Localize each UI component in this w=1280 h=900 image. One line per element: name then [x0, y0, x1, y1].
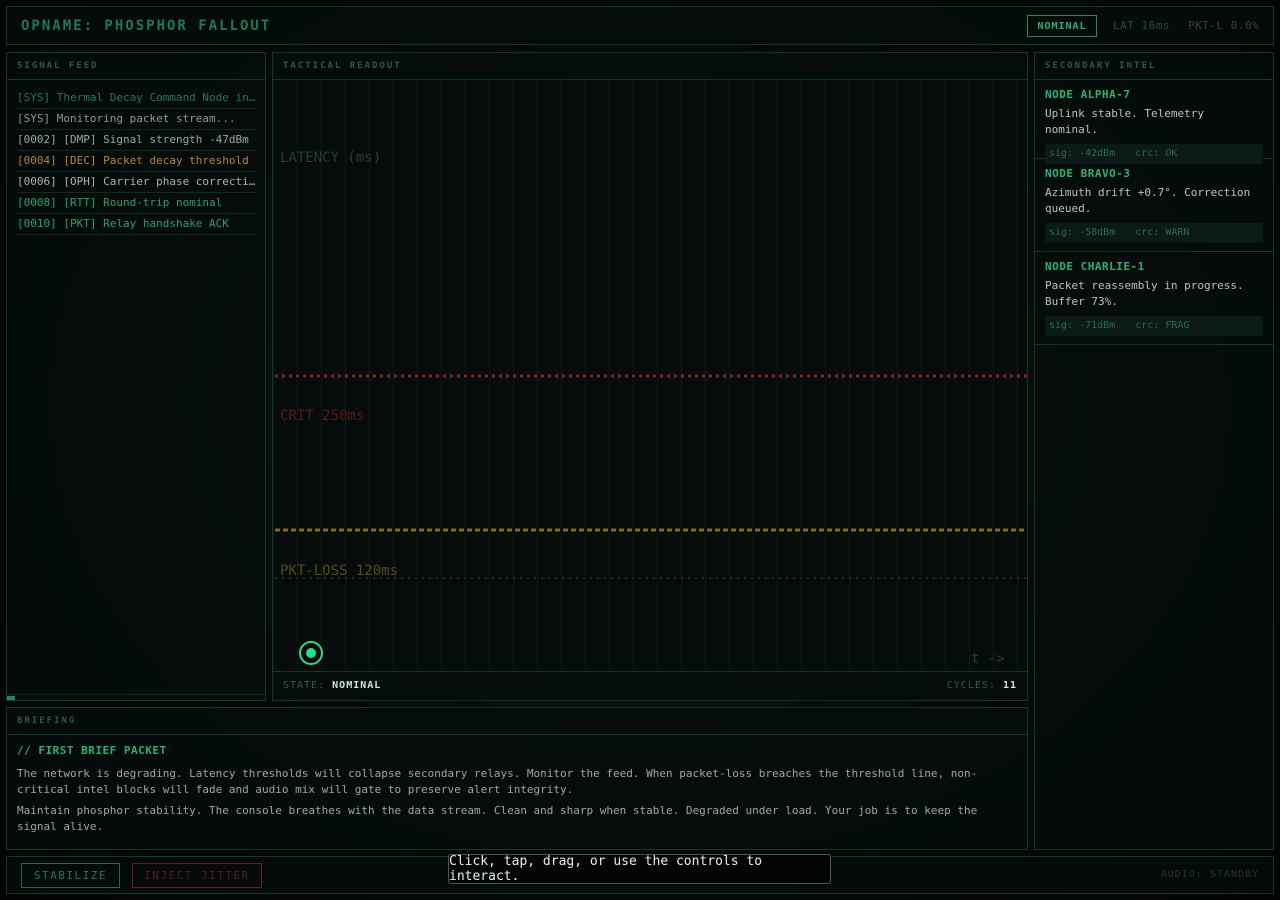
- feed-item: [0002] [DMP] Signal strength -47dBm: [17, 130, 256, 151]
- brief-paragraph-1: The network is degrading. Latency thresh…: [17, 767, 978, 796]
- feed-progress-fill: [7, 696, 15, 700]
- secondary-intel-header: SECONDARY INTEL: [1035, 53, 1273, 80]
- intel-node-sig: sig: -42dBm: [1049, 148, 1116, 159]
- crit-threshold-label: CRIT 250ms: [280, 408, 364, 424]
- intel-node-name: NODE CHARLIE-1: [1045, 260, 1145, 273]
- feed-item: [0004] [DEC] Packet decay threshold: [17, 151, 256, 172]
- intel-node-crc: crc: OK: [1135, 148, 1178, 159]
- intel-node-sig: sig: -71dBm: [1049, 320, 1116, 331]
- signal-marker[interactable]: [306, 648, 316, 658]
- audio-status: AUDIO: STANDBY: [1160, 869, 1259, 880]
- secondary-intel-panel: SECONDARY INTEL NODE ALPHA-7 Uplink stab…: [1034, 52, 1274, 850]
- tactical-readout-panel: TACTICAL READOUT LATENCY (ms) CRIT 250ms…: [272, 52, 1028, 701]
- state-value: NOMINAL: [332, 680, 382, 691]
- intel-node-meta: sig: -58dBm crc: WARN: [1045, 223, 1263, 243]
- intel-node-body: Uplink stable. Telemetry nominal.: [1045, 107, 1204, 136]
- intel-node-name: NODE ALPHA-7: [1045, 88, 1131, 101]
- top-bar: OPNAME: PHOSPHOR FALLOUT NOMINAL LAT 16m…: [6, 6, 1274, 45]
- signal-feed-header: SIGNAL FEED: [7, 53, 265, 80]
- intel-node-body: Azimuth drift +0.7°. Correction queued.: [1045, 186, 1251, 215]
- stabilize-button[interactable]: STABILIZE: [21, 863, 120, 888]
- tactical-readout-header: TACTICAL READOUT: [273, 53, 1027, 80]
- pktloss-threshold-label: PKT-LOSS 120ms: [280, 563, 398, 579]
- op-name-title: OPNAME: PHOSPHOR FALLOUT: [21, 18, 272, 34]
- briefing-header: BRIEFING: [7, 708, 1027, 735]
- intel-node-meta: sig: -71dBm crc: FRAG: [1045, 316, 1263, 336]
- brief-packet-title: // FIRST BRIEF PACKET: [17, 744, 167, 757]
- feed-progress-bar: [7, 694, 265, 700]
- feed-item: [0008] [RTT] Round-trip nominal: [17, 193, 256, 214]
- latency-readout: LAT 16ms: [1113, 19, 1170, 32]
- signal-feed-list[interactable]: [SYS] Thermal Decay Command Node initial…: [17, 88, 256, 235]
- packet-loss-readout: PKT-L 0.0%: [1188, 19, 1260, 32]
- time-axis-label: t ->: [971, 651, 1005, 667]
- tactical-footer: STATE: NOMINAL CYCLES: 11: [273, 671, 1027, 700]
- intel-card-charlie[interactable]: NODE CHARLIE-1 Packet reassembly in prog…: [1035, 252, 1273, 345]
- intel-node-body: Packet reassembly in progress. Buffer 73…: [1045, 279, 1244, 308]
- intel-card-bravo[interactable]: NODE BRAVO-3 Azimuth drift +0.7°. Correc…: [1035, 159, 1273, 252]
- feed-item: [SYS] Thermal Decay Command Node initial…: [17, 88, 256, 109]
- latency-plot[interactable]: LATENCY (ms) CRIT 250ms PKT-LOSS 120ms t…: [273, 80, 1027, 672]
- feed-item: [0006] [OPH] Carrier phase correction ap…: [17, 172, 256, 193]
- state-label: STATE:: [283, 680, 326, 691]
- intel-node-crc: crc: FRAG: [1135, 320, 1190, 331]
- intel-node-sig: sig: -58dBm: [1049, 227, 1116, 238]
- status-badge: NOMINAL: [1027, 15, 1097, 37]
- feed-item: [SYS] Monitoring packet stream...: [17, 109, 256, 130]
- inject-jitter-button[interactable]: INJECT JITTER: [132, 863, 262, 888]
- cycles-label: CYCLES:: [946, 680, 996, 691]
- latency-axis-label: LATENCY (ms): [280, 150, 381, 166]
- intel-node-name: NODE BRAVO-3: [1045, 167, 1131, 180]
- brief-paragraph-2: Maintain phosphor stability. The console…: [17, 804, 978, 833]
- interaction-hint-tooltip: Click, tap, drag, or use the controls to…: [448, 854, 831, 884]
- signal-feed-panel: SIGNAL FEED [SYS] Thermal Decay Command …: [6, 52, 266, 701]
- intel-node-crc: crc: WARN: [1135, 227, 1190, 238]
- cycles-value: 11: [1002, 680, 1017, 691]
- intel-card-alpha[interactable]: NODE ALPHA-7 Uplink stable. Telemetry no…: [1035, 80, 1273, 164]
- briefing-panel: BRIEFING // FIRST BRIEF PACKET The netwo…: [6, 707, 1028, 850]
- feed-item: [0010] [PKT] Relay handshake ACK: [17, 214, 256, 235]
